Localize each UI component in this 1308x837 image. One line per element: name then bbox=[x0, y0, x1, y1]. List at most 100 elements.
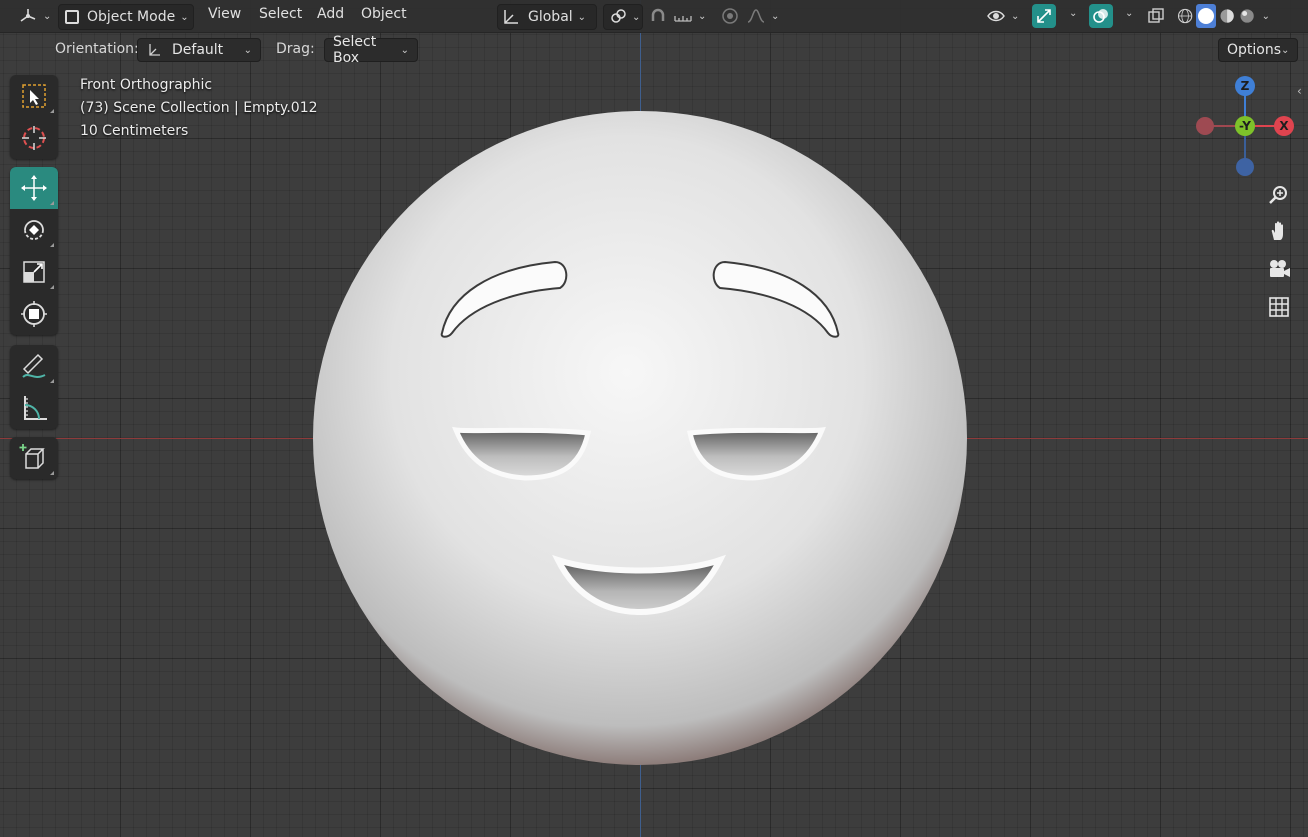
chevron-down-icon: ⌄ bbox=[43, 10, 52, 22]
pencil-icon bbox=[22, 353, 46, 378]
zoom-button[interactable] bbox=[1263, 179, 1295, 211]
tool-variants-corner bbox=[50, 109, 54, 113]
xray-icon bbox=[1148, 8, 1164, 23]
collection-info-text: (73) Scene Collection | Empty.012 bbox=[80, 100, 318, 116]
proportional-editing-toggle[interactable] bbox=[721, 4, 743, 28]
header-toolbar: ⌄ Object Mode ⌄ View Select Add Object G… bbox=[0, 0, 1308, 33]
scale-icon bbox=[23, 261, 45, 283]
tool-variants-corner bbox=[50, 379, 54, 383]
cursor-tool[interactable] bbox=[10, 117, 58, 159]
snap-target-dropdown[interactable]: ⌄ bbox=[673, 4, 713, 28]
orientation-value: Default bbox=[172, 42, 224, 58]
orientation-label: Global bbox=[528, 9, 573, 25]
transform-icon bbox=[21, 301, 47, 327]
gizmo-y-label: -Y bbox=[1239, 119, 1251, 133]
snap-toggle[interactable] bbox=[649, 4, 671, 28]
overlays-dropdown-chevron-icon[interactable]: ⌄ bbox=[1125, 8, 1133, 19]
overlays-toggle[interactable] bbox=[1089, 4, 1113, 28]
sidebar-expand-chevron-icon[interactable]: ‹ bbox=[1297, 84, 1302, 98]
mode-dropdown[interactable]: Object Mode ⌄ bbox=[58, 4, 194, 30]
proportional-falloff-dropdown[interactable]: ⌄ bbox=[746, 4, 784, 28]
magnifier-zoom-icon bbox=[1269, 186, 1287, 204]
hand-pan-icon bbox=[1271, 221, 1283, 240]
transform-tool[interactable] bbox=[10, 293, 58, 335]
rotate-icon bbox=[24, 220, 44, 240]
chevron-down-icon: ⌄ bbox=[400, 44, 409, 56]
grid-scale-text: 10 Centimeters bbox=[80, 123, 189, 139]
drag-label: Drag: bbox=[276, 41, 315, 57]
measure-tool[interactable] bbox=[10, 387, 58, 429]
gizmo-z-label: Z bbox=[1240, 79, 1250, 93]
tool-variants-corner bbox=[50, 285, 54, 289]
sphere-body bbox=[313, 111, 967, 765]
overlays-icon bbox=[1093, 9, 1108, 23]
solid-shading-button[interactable] bbox=[1196, 4, 1217, 28]
ruler-icon bbox=[24, 396, 47, 420]
solid-shading-icon bbox=[1198, 8, 1215, 24]
view-name-text: Front Orthographic bbox=[80, 77, 213, 93]
chevron-down-icon: ⌄ bbox=[632, 11, 641, 23]
scale-tool[interactable] bbox=[10, 251, 58, 293]
gizmo-toggle[interactable] bbox=[1032, 4, 1056, 28]
falloff-curve-icon bbox=[747, 9, 765, 23]
menu-view[interactable]: View bbox=[208, 6, 241, 22]
chevron-down-icon: ⌄ bbox=[180, 11, 189, 23]
editor-type-button[interactable]: ⌄ bbox=[14, 4, 52, 28]
add-cube-tool[interactable] bbox=[10, 437, 58, 479]
pivot-point-dropdown[interactable]: ⌄ bbox=[603, 4, 643, 30]
tool-variants-corner bbox=[50, 243, 54, 247]
grid-ortho-icon bbox=[1269, 297, 1289, 317]
menu-select[interactable]: Select bbox=[259, 6, 302, 22]
pivot-point-icon bbox=[611, 9, 626, 23]
options-dropdown[interactable]: Options ⌄ bbox=[1218, 38, 1298, 62]
xray-toggle[interactable] bbox=[1145, 4, 1167, 28]
gizmo-dropdown-chevron-icon[interactable]: ⌄ bbox=[1069, 8, 1077, 19]
gizmo-arrows-icon bbox=[1037, 9, 1051, 23]
material-preview-icon[interactable] bbox=[1218, 5, 1236, 27]
drag-value: Select Box bbox=[333, 34, 377, 66]
options-label: Options bbox=[1227, 42, 1282, 58]
annotate-tool[interactable] bbox=[10, 345, 58, 387]
toggle-ortho-button[interactable] bbox=[1263, 291, 1295, 323]
orientation-gizmo-icon bbox=[149, 44, 160, 56]
orientation-axes-icon bbox=[504, 10, 518, 24]
magnet-icon bbox=[651, 8, 665, 21]
axes-editor-icon bbox=[20, 9, 36, 22]
object-mode-icon bbox=[65, 10, 79, 24]
camera-view-button[interactable] bbox=[1263, 253, 1295, 285]
chevron-down-icon: ⌄ bbox=[771, 10, 780, 22]
tool-group-add bbox=[10, 437, 58, 479]
move-tool[interactable] bbox=[10, 167, 58, 209]
move-arrows-icon bbox=[21, 175, 47, 201]
rotate-tool[interactable] bbox=[10, 209, 58, 251]
gizmo-z-axis[interactable]: Z bbox=[1235, 76, 1255, 96]
gizmo-y-axis[interactable]: -Y bbox=[1235, 116, 1255, 136]
tool-variants-corner bbox=[50, 201, 54, 205]
select-box-tool[interactable] bbox=[10, 75, 58, 117]
mode-label: Object Mode bbox=[87, 9, 176, 25]
tool-variants-corner bbox=[50, 471, 54, 475]
wireframe-shading-icon[interactable] bbox=[1176, 5, 1194, 27]
rendered-shading-icon[interactable] bbox=[1238, 5, 1256, 27]
gizmo-x-label: X bbox=[1279, 119, 1289, 133]
proportional-edit-icon bbox=[722, 8, 738, 24]
visibility-dropdown[interactable]: ⌄ bbox=[986, 4, 1028, 28]
orientation-dropdown[interactable]: Default ⌄ bbox=[137, 38, 261, 62]
movie-camera-icon bbox=[1270, 260, 1290, 277]
emoji-sphere-model[interactable] bbox=[0, 0, 1308, 837]
tool-group-selection bbox=[10, 75, 58, 159]
pan-button[interactable] bbox=[1263, 215, 1295, 247]
drag-dropdown[interactable]: Select Box ⌄ bbox=[324, 34, 418, 66]
eye-icon bbox=[987, 10, 1005, 22]
chevron-down-icon: ⌄ bbox=[577, 11, 587, 23]
tool-group-transform bbox=[10, 167, 58, 335]
chevron-down-icon: ⌄ bbox=[1281, 44, 1290, 56]
3d-viewport[interactable] bbox=[0, 0, 1308, 837]
transform-orientation-dropdown[interactable]: Global ⌄ bbox=[497, 4, 597, 30]
gizmo-x-axis[interactable]: X bbox=[1274, 116, 1294, 136]
shading-dropdown-chevron-icon[interactable]: ⌄ bbox=[1262, 11, 1270, 22]
add-cube-icon bbox=[19, 444, 45, 469]
chevron-down-icon: ⌄ bbox=[243, 44, 252, 56]
menu-add[interactable]: Add bbox=[317, 6, 344, 22]
menu-object[interactable]: Object bbox=[361, 6, 407, 22]
